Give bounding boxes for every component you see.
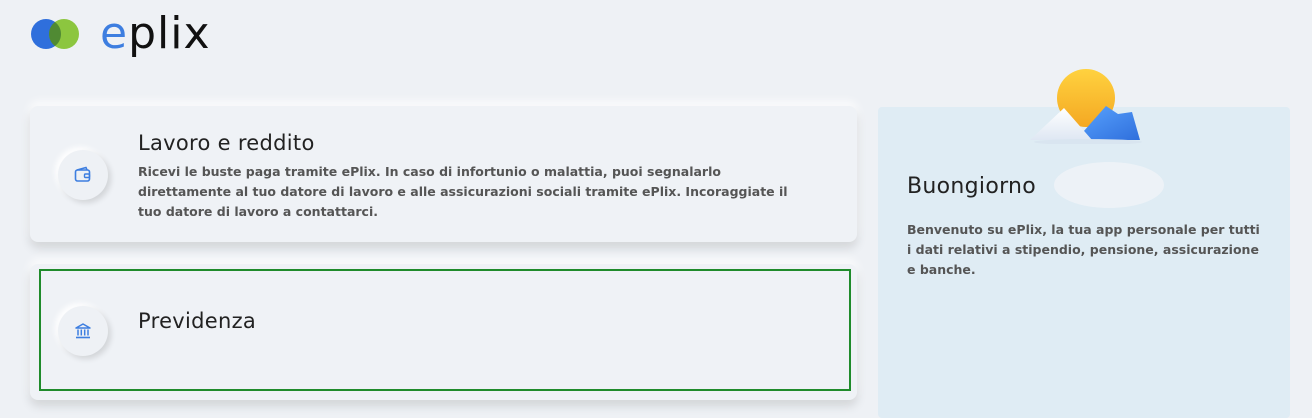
eplix-logo[interactable]: e plix [30,12,211,56]
wallet-icon-circle [58,150,108,200]
card-title: Previdenza [138,309,257,333]
eplix-wordmark: e plix [100,12,211,56]
bank-icon [75,323,91,339]
logo-rest: plix [128,8,211,59]
greeting-title: Buongiorno [907,174,1037,199]
card-title: Lavoro e reddito [138,131,315,155]
greeting-text: Benvenuto su ePlix, la tua app personale… [907,222,1260,277]
eplix-logo-icon [30,14,82,54]
card-work-income[interactable]: Lavoro e reddito Ricevi le buste paga tr… [30,106,857,242]
logo-accent-letter: e [100,8,129,59]
weather-sun-mountain-icon [1028,68,1144,145]
bank-icon-circle [58,306,108,356]
card-pension[interactable]: Previdenza [30,264,857,400]
wallet-icon [74,166,91,182]
card-description: Ricevi le buste paga tramite ePlix. In c… [138,164,788,219]
user-name-redacted [1054,162,1164,208]
